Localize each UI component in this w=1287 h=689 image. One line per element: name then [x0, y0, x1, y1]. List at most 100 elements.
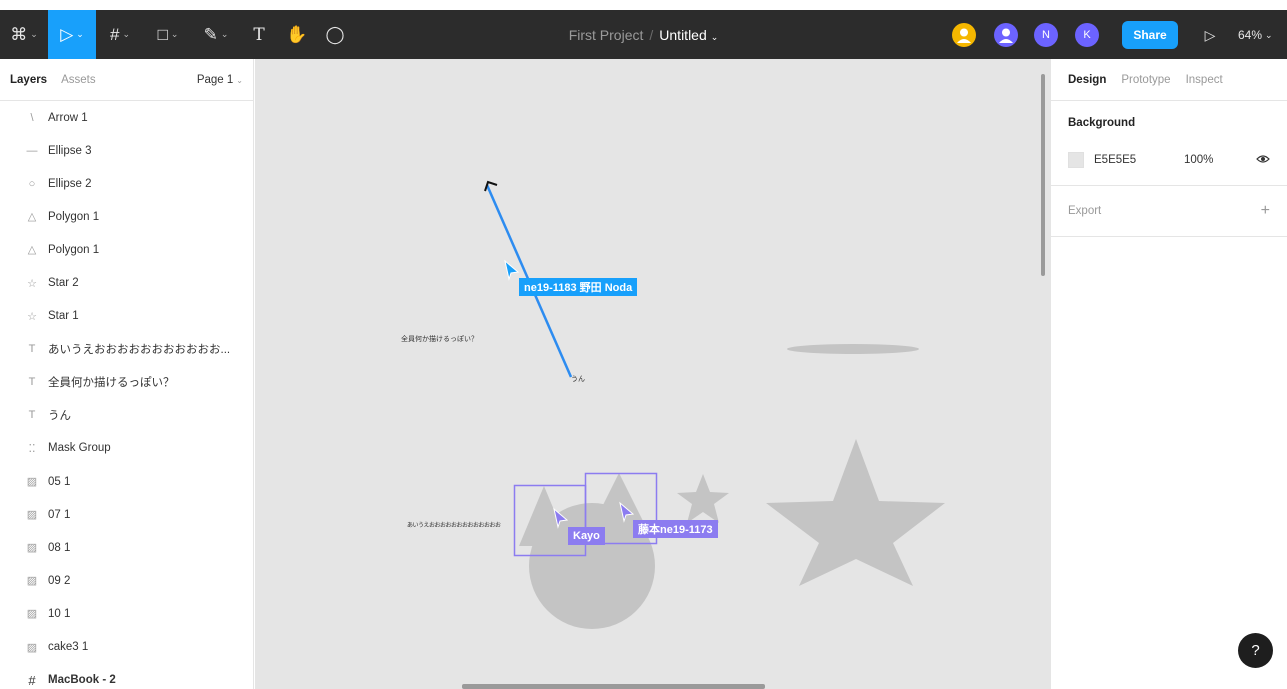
pen-tool-button[interactable]: ✎ ⌄	[192, 10, 240, 59]
layer-item[interactable]: T 全員何か描けるっぽい？	[0, 366, 253, 399]
cursor-label-kayo: Kayo	[568, 527, 605, 545]
layer-item[interactable]: △ Polygon 1	[0, 200, 253, 233]
layer-name: Star 2	[48, 277, 79, 290]
layer-type-icon: ☆	[27, 277, 37, 290]
panel-tabs: Layers Assets Page 1 ⌄	[0, 59, 253, 101]
layer-item[interactable]: ☆ Star 1	[0, 300, 253, 333]
frame-tool-button[interactable]: # ⌄	[96, 10, 144, 59]
layer-type-icon: —	[26, 144, 38, 157]
figma-menu-icon: ⌘	[10, 24, 28, 44]
layer-item[interactable]: △ Polygon 1	[0, 233, 253, 266]
layer-item[interactable]: — Ellipse 3	[0, 134, 253, 167]
tab-design[interactable]: Design	[1068, 74, 1106, 86]
page-selector[interactable]: Page 1 ⌄	[197, 74, 243, 86]
avatar[interactable]	[994, 23, 1018, 47]
layer-type-icon: ▨	[26, 509, 38, 522]
layer-type-icon: ▨	[26, 641, 38, 654]
share-label: Share	[1133, 28, 1167, 42]
path-separator: /	[649, 26, 654, 43]
canvas-text-aiueo[interactable]: あいうえおおおおおおおおおおおおお	[407, 522, 501, 530]
chevron-down-icon: ⌄	[170, 29, 179, 39]
text-tool-button[interactable]: T	[240, 10, 278, 59]
canvas[interactable]: 全員何か描けるっぽい？ うん あいうえおおおおおおおおおおおおお ne19-11…	[255, 59, 1050, 689]
star-1[interactable]	[766, 439, 945, 586]
comment-icon: ◯	[325, 24, 345, 44]
layer-type-icon: ▨	[26, 476, 38, 489]
user-icon	[999, 28, 1013, 43]
layer-name: Star 1	[48, 310, 79, 323]
help-button[interactable]: ?	[1238, 633, 1273, 668]
layer-item[interactable]: ▨ 09 2	[0, 564, 253, 597]
cursor-label-noda: ne19-1183 野田 Noda	[519, 278, 638, 296]
hex-input[interactable]: E5E5E5	[1094, 154, 1184, 166]
layer-item[interactable]: ▨ 08 1	[0, 531, 253, 564]
layer-item[interactable]: ▨ 07 1	[0, 498, 253, 531]
layer-type-icon: △	[27, 244, 37, 257]
layer-type-icon: \	[30, 111, 34, 124]
file-name[interactable]: Untitled ⌄	[659, 27, 718, 43]
main-menu-button[interactable]: ⌘ ⌄	[0, 10, 48, 59]
layer-item[interactable]: ☆ Star 2	[0, 266, 253, 299]
move-tool-button[interactable]: ▷ ⌄	[48, 10, 96, 59]
project-name[interactable]: First Project	[569, 27, 644, 43]
tab-inspect[interactable]: Inspect	[1186, 74, 1223, 86]
share-button[interactable]: Share	[1122, 21, 1178, 49]
layer-item[interactable]: ▨ 10 1	[0, 597, 253, 630]
file-name-label: Untitled	[659, 26, 707, 43]
layer-name: Mask Group	[48, 442, 111, 455]
properties-panel: Design Prototype Inspect Background E5E5…	[1050, 59, 1287, 689]
tab-assets[interactable]: Assets	[61, 74, 96, 86]
layer-name: うん	[48, 410, 71, 423]
tab-prototype[interactable]: Prototype	[1121, 74, 1170, 86]
avatar[interactable]: K	[1075, 23, 1099, 47]
zoom-menu[interactable]: 64% ⌄	[1238, 22, 1273, 48]
layer-item[interactable]: # MacBook - 2	[0, 664, 253, 689]
chevron-down-icon: ⌄	[122, 29, 130, 39]
play-icon: ▷	[1204, 26, 1216, 43]
layer-item[interactable]: T うん	[0, 399, 253, 432]
eye-icon[interactable]	[1256, 153, 1270, 167]
opacity-input[interactable]: 100%	[1184, 154, 1213, 166]
layer-type-icon: ▨	[26, 542, 38, 555]
background-title: Background	[1068, 117, 1136, 129]
horizontal-scrollbar[interactable]	[462, 684, 765, 689]
chevron-down-icon: ⌄	[30, 29, 38, 39]
layer-name: Ellipse 2	[48, 177, 92, 190]
canvas-text-un[interactable]: うん	[571, 376, 585, 384]
star-2[interactable]	[677, 474, 729, 523]
layer-item[interactable]: T あいうえおおおおおおおおおおお...	[0, 333, 253, 366]
zoom-label: 64%	[1238, 28, 1263, 42]
layer-name: 10 1	[48, 607, 71, 620]
layer-name: Ellipse 3	[48, 144, 92, 157]
shape-tool-button[interactable]: □ ⌄	[144, 10, 192, 59]
layer-item[interactable]: ⁚⁚ Mask Group	[0, 432, 253, 465]
background-section: Background E5E5E5 100%	[1051, 101, 1287, 186]
help-label: ?	[1251, 642, 1260, 659]
avatar[interactable]	[952, 23, 976, 47]
layer-item[interactable]: ▨ 05 1	[0, 465, 253, 498]
layer-item[interactable]: ○ Ellipse 2	[0, 167, 253, 200]
layer-type-icon: ▨	[26, 608, 38, 621]
top-strip	[0, 0, 1287, 10]
layer-name: Arrow 1	[48, 111, 88, 124]
ellipse-3[interactable]	[787, 344, 919, 354]
color-swatch[interactable]	[1068, 152, 1084, 168]
comment-tool-button[interactable]: ◯	[316, 10, 354, 59]
layer-type-icon: △	[27, 211, 37, 224]
export-row[interactable]: Export +	[1068, 186, 1270, 236]
canvas-text-question[interactable]: 全員何か描けるっぽい？	[401, 336, 481, 344]
pointer-icon: ▷	[60, 24, 74, 44]
layer-name: Polygon 1	[48, 210, 100, 223]
plus-icon[interactable]: +	[1261, 202, 1270, 220]
layer-type-icon: ○	[28, 177, 36, 190]
hand-tool-button[interactable]: ✋	[278, 10, 316, 59]
present-button[interactable]: ▷	[1198, 22, 1222, 48]
layer-item[interactable]: ▨ cake3 1	[0, 631, 253, 664]
tab-layers[interactable]: Layers	[10, 74, 47, 86]
chevron-down-icon: ⌄	[710, 31, 719, 42]
avatar[interactable]: N	[1034, 23, 1058, 47]
layer-type-icon: ☆	[27, 310, 37, 323]
vertical-scrollbar[interactable]	[1041, 74, 1045, 276]
layer-item[interactable]: \ Arrow 1	[0, 101, 253, 134]
layer-name: 07 1	[48, 508, 71, 521]
